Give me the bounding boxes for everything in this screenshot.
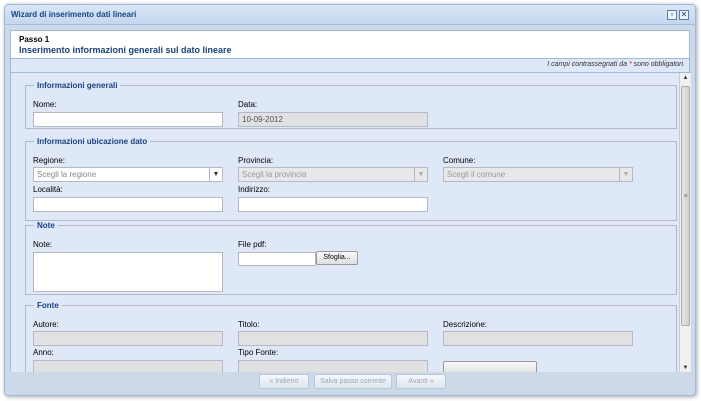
fieldset-location-legend: Informazioni ubicazione dato <box>37 137 148 146</box>
fieldset-general-legend: Informazioni generali <box>37 81 118 90</box>
window-titlebar[interactable]: Wizard di inserimento dati lineari ▫ ✕ <box>5 5 695 25</box>
comune-select[interactable]: Scegli il comune ▼ <box>443 167 633 182</box>
author-label: Autore: <box>33 320 59 329</box>
comune-select-value: Scegli il comune <box>447 170 506 179</box>
pdf-label: File pdf: <box>238 240 267 249</box>
step-header: Passo 1 Inserimento informazioni general… <box>11 31 689 59</box>
scroll-up-icon[interactable]: ▲ <box>680 73 691 83</box>
wizard-window: Wizard di inserimento dati lineari ▫ ✕ P… <box>4 4 696 396</box>
browse-button[interactable]: Sfoglia... <box>316 251 358 265</box>
address-field[interactable] <box>238 197 428 212</box>
address-label: Indirizzo: <box>238 185 271 194</box>
chevron-down-icon[interactable]: ▼ <box>619 168 632 181</box>
scrollbar-thumb[interactable]: ≡ <box>681 86 690 326</box>
pdf-file-field[interactable] <box>238 252 316 266</box>
required-note-prefix: I campi contrassegnati da <box>547 61 627 68</box>
locality-label: Località: <box>33 185 63 194</box>
source-extra-button[interactable] <box>443 361 537 372</box>
notes-textarea[interactable] <box>33 252 223 292</box>
form-scroll-area: Informazioni generali Nome: Data: 10-09-… <box>11 72 691 372</box>
step-title: Inserimento informazioni generali sul da… <box>19 45 232 55</box>
scroll-down-icon[interactable]: ▼ <box>680 363 691 372</box>
date-field[interactable]: 10-09-2012 <box>238 112 428 127</box>
maximize-icon[interactable]: ▫ <box>667 10 677 20</box>
close-icon[interactable]: ✕ <box>679 10 689 20</box>
year-field[interactable] <box>33 360 223 372</box>
required-fields-note: I campi contrassegnati da * sono obbliga… <box>547 61 685 68</box>
next-button[interactable]: Avanti » <box>396 374 446 389</box>
province-select[interactable]: Scegli la provincia ▼ <box>238 167 428 182</box>
window-title: Wizard di inserimento dati lineari <box>11 10 137 19</box>
fieldset-notes-legend: Note <box>37 221 55 230</box>
source-title-field[interactable] <box>238 331 428 346</box>
author-field[interactable] <box>33 331 223 346</box>
description-field[interactable] <box>443 331 633 346</box>
source-title-label: Titolo: <box>238 320 260 329</box>
name-label: Nome: <box>33 100 57 109</box>
save-step-button[interactable]: Salva passo corrente <box>314 374 392 389</box>
vertical-scrollbar[interactable]: ▲ ≡ ▼ <box>679 73 691 372</box>
comune-label: Comune: <box>443 156 476 165</box>
region-label: Regione: <box>33 156 66 165</box>
locality-field[interactable] <box>33 197 223 212</box>
region-select-value: Scegli la regione <box>37 170 97 179</box>
year-label: Anno: <box>33 348 54 357</box>
required-star: * <box>628 61 632 68</box>
province-select-value: Scegli la provincia <box>242 170 307 179</box>
name-field[interactable] <box>33 112 223 127</box>
chevron-down-icon[interactable]: ▼ <box>414 168 427 181</box>
chevron-down-icon[interactable]: ▼ <box>209 168 222 181</box>
fieldset-source-legend: Fonte <box>37 301 59 310</box>
step-number: Passo 1 <box>19 35 50 44</box>
wizard-body: Passo 1 Inserimento informazioni general… <box>10 30 691 372</box>
province-label: Provincia: <box>238 156 274 165</box>
region-select[interactable]: Scegli la regione ▼ <box>33 167 223 182</box>
back-button[interactable]: « Indietro <box>259 374 309 389</box>
required-note-suffix: sono obbligatori. <box>633 61 685 68</box>
date-label: Data: <box>238 100 258 109</box>
source-type-label: Tipo Fonte: <box>238 348 279 357</box>
source-type-field[interactable] <box>238 360 428 372</box>
notes-label: Note: <box>33 240 53 249</box>
form-content: Informazioni generali Nome: Data: 10-09-… <box>11 73 679 372</box>
description-label: Descrizione: <box>443 320 488 329</box>
